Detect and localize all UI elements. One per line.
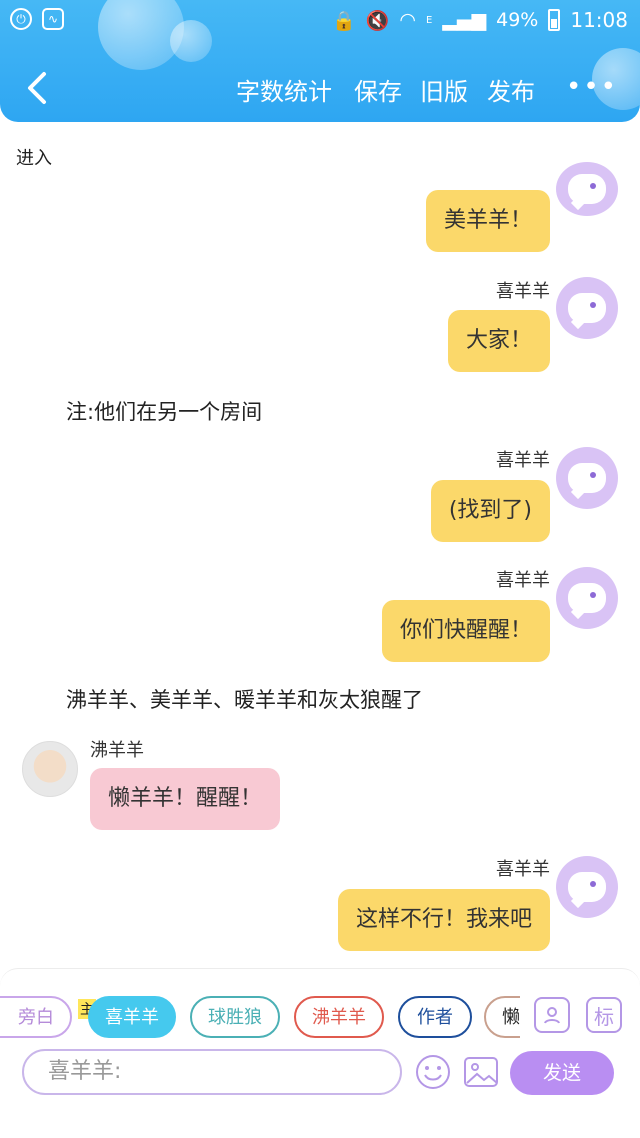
- speaker-name: 喜羊羊: [496, 450, 550, 471]
- battery-percent: 49%: [496, 9, 539, 31]
- narration-text[interactable]: 沸羊羊、美羊羊、暖羊羊和灰太狼醒了: [66, 684, 423, 714]
- top-header: ⏻ ∿ 🔒 🔇 ◠ E ▂▄▆ 49% 11:08 字数统计 保存 旧版 发布 …: [0, 0, 640, 122]
- message-bubble[interactable]: 这样不行！我来吧: [337, 889, 550, 951]
- word-count-button[interactable]: 字数统计: [236, 72, 332, 107]
- mark-button[interactable]: 标: [586, 997, 622, 1033]
- avatar[interactable]: [556, 162, 618, 216]
- message-bubble[interactable]: 大家！: [447, 310, 550, 372]
- role-chip-feiyangyang[interactable]: 沸羊羊: [294, 996, 384, 1038]
- lock-icon: 🔒: [332, 9, 356, 32]
- speaker-name: 沸羊羊: [90, 740, 144, 761]
- clock: 11:08: [570, 8, 628, 32]
- save-button[interactable]: 保存: [354, 72, 402, 107]
- activity-monitor-icon: ∿: [42, 8, 64, 30]
- narration-text[interactable]: 注:他们在另一个房间: [66, 396, 262, 426]
- message-bubble[interactable]: 美羊羊！: [425, 190, 550, 252]
- character-avatar[interactable]: [22, 741, 78, 797]
- speaker-name: 喜羊羊: [496, 570, 550, 591]
- message-bubble[interactable]: 你们快醒醒！: [381, 600, 550, 662]
- publish-button[interactable]: 发布: [487, 72, 535, 107]
- signal-icon: ▂▄▆: [442, 9, 487, 31]
- power-app-icon: ⏻: [10, 8, 32, 30]
- avatar[interactable]: [556, 856, 618, 918]
- role-chip-xiyangyang[interactable]: 喜羊羊: [88, 996, 176, 1038]
- speaker-name: 喜羊羊: [496, 859, 550, 880]
- enter-label: 进入: [16, 148, 52, 169]
- more-options-icon[interactable]: •••: [566, 72, 618, 102]
- message-bubble[interactable]: 懒羊羊！醒醒！: [90, 768, 281, 830]
- battery-icon: [548, 9, 561, 31]
- role-chip-qiushenglang[interactable]: 球胜狼: [190, 996, 280, 1038]
- wifi-icon: ◠: [399, 9, 416, 31]
- composer-panel: 旁白 主 喜羊羊 球胜狼 沸羊羊 作者 懒 标 喜羊羊: 发送: [0, 968, 640, 1138]
- emoji-icon[interactable]: [414, 1053, 452, 1091]
- avatar[interactable]: [556, 447, 618, 509]
- speaker-name: 喜羊羊: [496, 281, 550, 302]
- role-chip-author[interactable]: 作者: [398, 996, 472, 1038]
- network-type: E: [425, 14, 433, 26]
- old-version-button[interactable]: 旧版: [420, 72, 468, 107]
- message-input[interactable]: 喜羊羊:: [22, 1049, 402, 1095]
- status-bar: ⏻ ∿ 🔒 🔇 ◠ E ▂▄▆ 49% 11:08: [0, 0, 640, 40]
- mute-icon: 🔇: [365, 9, 390, 32]
- back-arrow-icon[interactable]: [24, 70, 52, 106]
- avatar[interactable]: [556, 277, 618, 339]
- message-bubble[interactable]: (找到了): [430, 480, 550, 542]
- avatar[interactable]: [556, 567, 618, 629]
- role-chip-lanyangyang-clip: 懒: [484, 993, 520, 1041]
- send-button[interactable]: 发送: [510, 1051, 614, 1095]
- editor-toolbar: 字数统计 保存 旧版 发布 •••: [0, 66, 640, 110]
- image-icon[interactable]: [462, 1053, 500, 1091]
- role-manage-icon[interactable]: [534, 997, 570, 1033]
- role-chip-narrator[interactable]: 旁白: [0, 996, 72, 1038]
- chat-area[interactable]: 进入 美羊羊！ 喜羊羊 大家！ 注:他们在另一个房间 喜羊羊 (找到了) 喜羊羊…: [0, 122, 640, 968]
- role-chip-lanyangyang[interactable]: 懒: [484, 996, 520, 1038]
